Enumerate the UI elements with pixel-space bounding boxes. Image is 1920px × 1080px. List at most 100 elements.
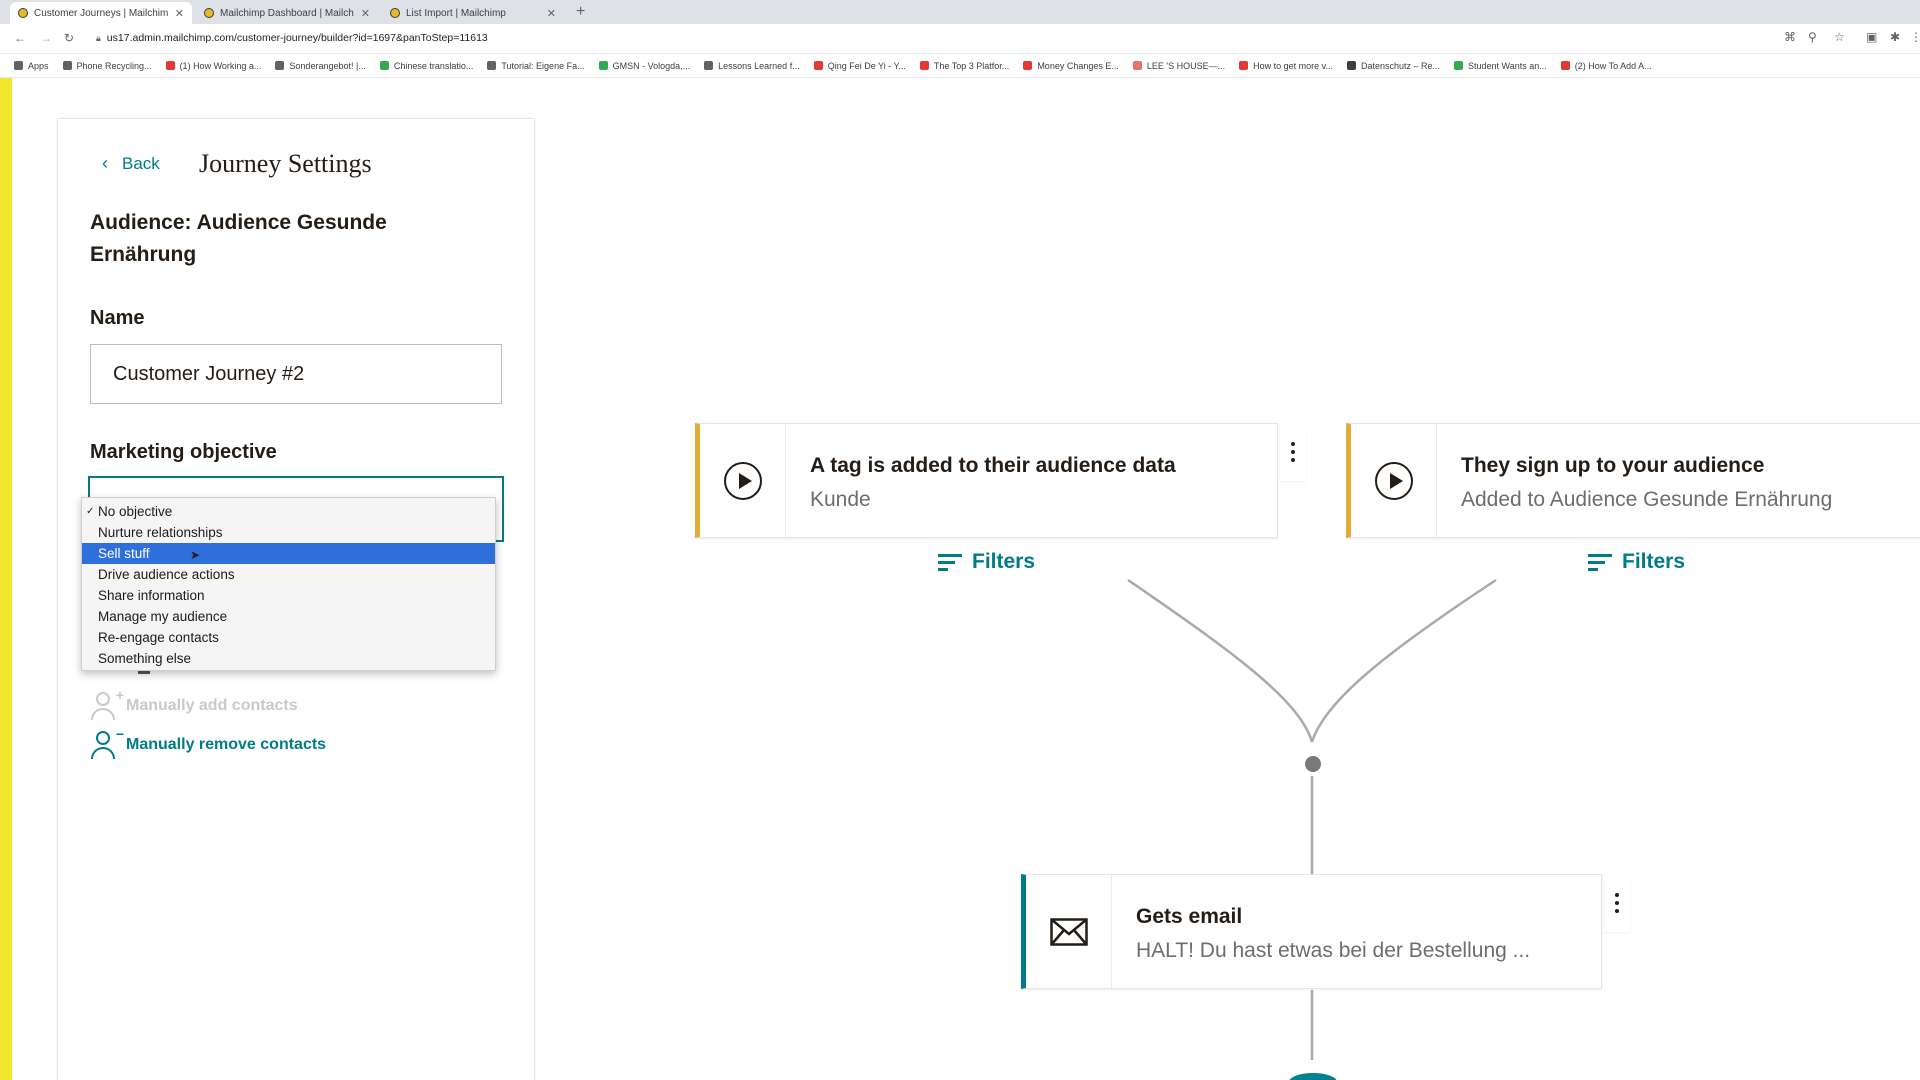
objective-option[interactable]: Share information [82, 585, 495, 606]
new-tab-button[interactable]: + [576, 3, 585, 21]
bookmark-label: Tutorial: Eigene Fa... [501, 60, 585, 71]
bookmark-label: How to get more v... [1253, 60, 1333, 71]
envelope-icon [1049, 917, 1088, 946]
translate-icon[interactable]: ⌘ [1784, 30, 1796, 44]
bookmark-item[interactable]: Datenschutz – Re... [1346, 60, 1441, 71]
back-link[interactable]: ‹ Back [102, 153, 160, 174]
lock-icon: 🔒︎ [96, 33, 101, 43]
trigger-1-filters-button[interactable]: Filters [938, 550, 1035, 574]
filter-icon [938, 553, 962, 571]
trigger-node-signup[interactable]: They sign up to your audience Added to A… [1346, 423, 1920, 538]
bookmark-favicon-icon [62, 61, 72, 70]
bookmark-label: Datenschutz – Re... [1360, 60, 1441, 71]
bookmark-item[interactable]: LEE 'S HOUSE—... [1132, 60, 1226, 71]
manually-remove-label: Manually remove contacts [126, 736, 327, 753]
close-tab-icon[interactable]: ✕ [361, 7, 370, 20]
bookmark-favicon-icon [1346, 61, 1356, 70]
bookmark-label: Qing Fei De Yi - Y... [827, 60, 906, 71]
bookmark-label: Chinese translatio... [393, 60, 474, 71]
bookmark-item[interactable]: (2) How To Add A... [1560, 60, 1652, 71]
close-tab-icon[interactable]: ✕ [547, 7, 556, 20]
bookmark-item[interactable]: Sonderangebot! |... [275, 61, 366, 71]
marketing-objective-options: ✓ No objective Nurture relationships Sell s… [81, 497, 496, 671]
star-icon[interactable]: ☆ [1834, 30, 1845, 44]
back-label: Back [122, 153, 160, 173]
bookmark-label: The Top 3 Platfor... [933, 60, 1010, 71]
bookmark-item[interactable]: Qing Fei De Yi - Y... [813, 60, 906, 71]
browser-tab-list-import[interactable]: List Import | Mailchimp ✕ [382, 2, 564, 24]
bookmark-favicon-icon [1023, 61, 1033, 70]
bookmark-label: LEE 'S HOUSE—... [1146, 60, 1226, 71]
puzzle-icon[interactable]: ✱ [1890, 30, 1900, 44]
bookmark-item[interactable]: How to get more v... [1239, 61, 1333, 71]
trigger-1-more-menu[interactable] [1280, 423, 1306, 481]
bookmark-favicon-icon [1239, 61, 1249, 70]
mouse-cursor-icon: ➤ [190, 548, 201, 562]
next-step-node[interactable] [1289, 1073, 1337, 1080]
bookmark-item[interactable]: Student Wants an... [1454, 61, 1547, 71]
browser-tab-dashboard[interactable]: Mailchimp Dashboard | Mailch ✕ [196, 2, 378, 24]
bookmark-label: (2) How To Add A... [1574, 60, 1652, 71]
objective-option-label: Drive audience actions [98, 567, 235, 582]
objective-option[interactable]: Manage my audience [82, 606, 495, 627]
url-field[interactable]: 🔒︎ us17.admin.mailchimp.com/customer-jour… [96, 32, 488, 44]
mailchimp-favicon-icon [204, 8, 214, 18]
bookmarks-bar: Apps Phone Recycling... (1) How Working a.… [0, 54, 1920, 78]
bookmark-favicon-icon [813, 61, 823, 70]
extension-icon[interactable]: ▣ [1866, 30, 1877, 44]
filters-label: Filters [1622, 550, 1686, 573]
mailchimp-favicon-icon [18, 8, 28, 18]
bookmark-item[interactable]: Chinese translatio... [379, 60, 474, 71]
menu-dots-icon[interactable]: ⋮ [1910, 30, 1920, 44]
close-tab-icon[interactable]: ✕ [175, 7, 184, 20]
objective-option[interactable]: Drive audience actions [82, 564, 495, 585]
bookmark-item[interactable]: Phone Recycling... [62, 61, 152, 71]
address-bar-row: ← → ↻ 🔒︎ us17.admin.mailchimp.com/custome… [0, 24, 1920, 54]
filter-icon [1588, 553, 1612, 571]
bookmark-item[interactable]: Money Changes E... [1023, 61, 1119, 71]
bookmark-favicon-icon [275, 61, 285, 70]
forward-arrow-icon[interactable]: → [40, 31, 52, 45]
bookmark-favicon-icon [14, 61, 23, 70]
action-node-gets-email[interactable]: Gets email HALT! Du hast etwas bei der B… [1021, 874, 1602, 989]
objective-option[interactable]: Something else [82, 648, 495, 669]
manually-remove-contacts-link[interactable]: − Manually remove contacts [90, 726, 327, 760]
zoom-icon[interactable]: ⚲ [1808, 30, 1817, 44]
checkmark-icon: ✓ [86, 506, 95, 517]
bookmark-favicon-icon [487, 61, 497, 70]
email-node-title: Gets email [1136, 905, 1243, 928]
objective-option-label: Sell stuff [98, 546, 150, 561]
trigger-2-filters-button[interactable]: Filters [1588, 550, 1685, 574]
bookmark-item[interactable]: (1) How Working a... [165, 61, 261, 71]
back-arrow-icon[interactable]: ← [14, 31, 26, 45]
bookmark-item[interactable]: The Top 3 Platfor... [919, 60, 1010, 71]
bookmark-item[interactable]: GMSN - Vologda,... [598, 61, 690, 71]
objective-option-label: Share information [98, 588, 205, 603]
email-icon-cell [1026, 875, 1112, 988]
marketing-objective-label: Marketing objective [90, 441, 277, 463]
bookmark-item[interactable]: Lessons Learned f... [704, 61, 800, 71]
objective-option-label: Re-engage contacts [98, 630, 219, 645]
bookmark-favicon-icon [165, 61, 175, 70]
objective-option[interactable]: Re-engage contacts [82, 627, 495, 648]
journey-name-input[interactable] [90, 344, 502, 404]
bookmark-favicon-icon [598, 61, 608, 70]
email-node-more-menu[interactable] [1604, 874, 1630, 932]
objective-option[interactable]: Nurture relationships [82, 522, 495, 543]
bookmark-item[interactable]: Tutorial: Eigene Fa... [487, 60, 585, 71]
bookmark-favicon-icon [1132, 61, 1142, 70]
bookmark-item[interactable]: Apps [14, 61, 49, 71]
audience-heading: Audience: Audience Gesunde Ernährung [90, 211, 387, 266]
url-text: us17.admin.mailchimp.com/customer-journe… [106, 32, 488, 44]
objective-option-label: No objective [98, 504, 173, 519]
objective-option-label: Nurture relationships [98, 525, 223, 540]
email-node-subtitle: HALT! Du hast etwas bei der Bestellung .… [1136, 939, 1531, 962]
trigger-subtitle: Added to Audience Gesunde Ernährung [1461, 488, 1833, 511]
bookmark-label: Apps [28, 60, 49, 71]
browser-tab-customer-journeys[interactable]: Customer Journeys | Mailchim ✕ [10, 2, 192, 24]
trigger-icon-cell [700, 424, 786, 537]
trigger-node-tag-added[interactable]: A tag is added to their audience data Ku… [695, 423, 1278, 538]
objective-option[interactable]: Sell stuff [82, 543, 495, 564]
reload-icon[interactable]: ↻ [64, 31, 74, 45]
objective-option[interactable]: ✓ No objective [82, 501, 495, 522]
